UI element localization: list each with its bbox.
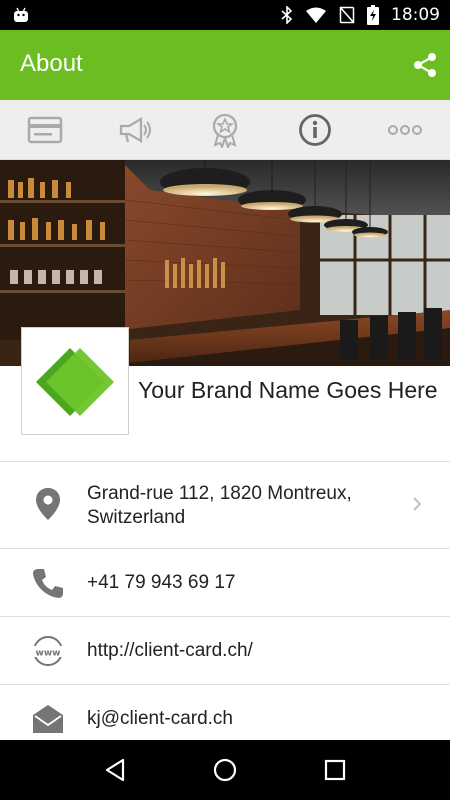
address-line2: Switzerland	[87, 507, 186, 528]
share-button[interactable]	[408, 48, 442, 82]
recents-icon[interactable]	[323, 758, 347, 782]
status-time: 18:09	[391, 5, 440, 25]
android-icon	[14, 7, 28, 22]
home-icon[interactable]	[212, 757, 238, 783]
tab-news[interactable]	[90, 100, 180, 159]
system-nav-bar	[0, 740, 450, 800]
info-icon	[299, 113, 331, 146]
tab-info[interactable]	[270, 100, 360, 159]
website-text: http://client-card.ch/	[87, 640, 253, 661]
svg-text:www: www	[36, 649, 61, 659]
address-text: Grand-rue 112, 1820 Montreux, Switzerlan…	[87, 482, 352, 530]
address-line1: Grand-rue 112, 1820 Montreux,	[87, 483, 352, 504]
tab-more[interactable]	[360, 100, 450, 159]
app-bar: About	[0, 30, 450, 100]
card-icon	[27, 116, 63, 143]
email-row[interactable]: kj@client-card.ch	[0, 685, 450, 740]
brand-logo	[21, 327, 129, 435]
brand-logo-icon	[36, 348, 114, 416]
megaphone-icon	[119, 116, 151, 143]
address-row[interactable]: Grand-rue 112, 1820 Montreux, Switzerlan…	[0, 462, 450, 547]
phone-icon	[28, 563, 68, 603]
tab-bar	[0, 100, 450, 160]
phone-row[interactable]: +41 79 943 69 17	[0, 549, 450, 616]
no-sim-icon	[339, 6, 355, 24]
brand-name: Your Brand Name Goes Here	[138, 377, 438, 403]
award-icon	[212, 113, 238, 148]
battery-charging-icon	[367, 5, 379, 25]
tab-rewards[interactable]	[180, 100, 270, 159]
back-icon[interactable]	[103, 757, 127, 783]
email-icon	[28, 699, 68, 739]
chevron-right-icon	[413, 497, 422, 511]
location-pin-icon	[28, 484, 68, 524]
more-icon	[388, 124, 422, 135]
phone-text: +41 79 943 69 17	[87, 572, 236, 593]
share-icon	[414, 53, 436, 77]
www-icon: www	[28, 631, 68, 671]
website-row[interactable]: www http://client-card.ch/	[0, 617, 450, 684]
bluetooth-icon	[281, 6, 293, 24]
page-title: About	[20, 50, 83, 77]
wifi-icon	[306, 7, 326, 23]
status-bar: 18:09	[0, 0, 450, 30]
tab-card[interactable]	[0, 100, 90, 159]
email-text: kj@client-card.ch	[87, 708, 233, 729]
